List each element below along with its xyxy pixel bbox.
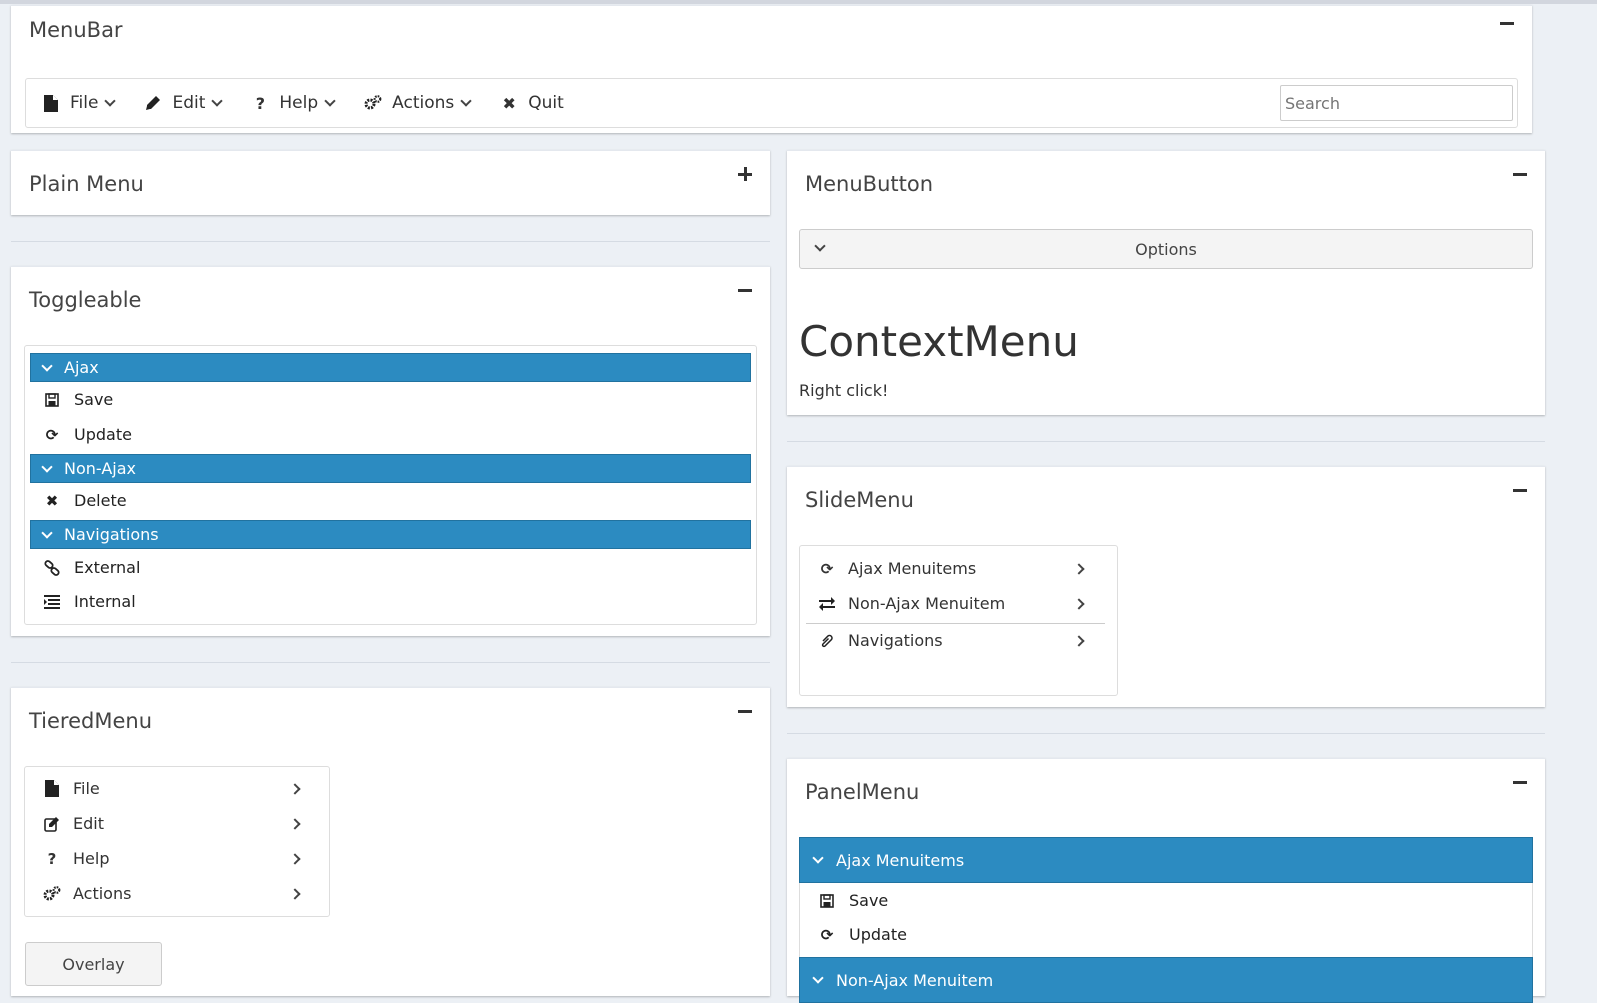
collapse-icon[interactable] xyxy=(736,281,754,299)
refresh-icon: ⟳ xyxy=(45,425,59,444)
save-icon xyxy=(43,392,61,407)
collapse-icon[interactable] xyxy=(1511,165,1529,183)
slide-item-ajax-menuitems[interactable]: ⟳ Ajax Menuitems xyxy=(818,559,1085,578)
tiered-menu-panel: TieredMenu File Edit ? Help Actions Over… xyxy=(11,687,770,996)
collapse-icon[interactable] xyxy=(1511,481,1529,499)
menu-item-delete[interactable]: ✖ Delete xyxy=(43,491,127,510)
chevron-right-icon xyxy=(289,852,301,865)
refresh-icon: ⟳ xyxy=(820,559,834,578)
chevron-down-icon xyxy=(812,852,824,864)
tiered-item-help[interactable]: ? Help xyxy=(43,849,301,868)
collapse-icon[interactable] xyxy=(1511,773,1529,791)
file-icon xyxy=(43,780,61,797)
pencil-icon xyxy=(144,95,162,111)
tiered-item-actions[interactable]: Actions xyxy=(43,884,301,903)
chevron-down-icon xyxy=(812,972,824,984)
plain-menu-panel: Plain Menu xyxy=(11,150,770,215)
chevron-down-icon xyxy=(211,95,224,107)
menubar-item-file[interactable]: File xyxy=(42,93,117,113)
panelmenu-header-ajax-menuitems[interactable]: Ajax Menuitems xyxy=(799,837,1533,883)
edit-icon xyxy=(43,816,61,832)
menubar-item-edit[interactable]: Edit xyxy=(144,93,224,113)
panel-title: TieredMenu xyxy=(29,709,153,733)
question-icon: ? xyxy=(47,849,57,868)
file-icon xyxy=(42,94,60,112)
chevron-down-icon xyxy=(41,526,53,539)
menu-item-update[interactable]: ⟳ Update xyxy=(818,925,907,944)
divider xyxy=(787,441,1545,442)
chevron-down-icon xyxy=(814,240,826,252)
toggleable-panel: Toggleable Ajax Save ⟳ Update Non-Ajax ✖… xyxy=(11,266,770,636)
menubutton-panel: MenuButton Options ContextMenu Right cli… xyxy=(787,150,1545,415)
slide-item-navigations[interactable]: Navigations xyxy=(818,631,1085,650)
overlay-button[interactable]: Overlay xyxy=(25,942,162,986)
chevron-down-icon xyxy=(460,95,472,107)
refresh-icon: ⟳ xyxy=(820,925,834,944)
chevron-down-icon xyxy=(104,95,117,107)
divider xyxy=(787,733,1545,734)
chevron-right-icon xyxy=(1073,634,1085,647)
menubar: File Edit ? Help Actions ✖ Quit xyxy=(25,78,1518,128)
toggleable-header-navigations[interactable]: Navigations xyxy=(30,520,751,549)
chevron-down-icon xyxy=(324,95,336,107)
panelmenu-content: Save ⟳ Update xyxy=(799,883,1533,957)
chevron-down-icon xyxy=(41,460,53,473)
collapse-icon[interactable] xyxy=(736,702,754,720)
slide-menu-panel: SlideMenu ⟳ Ajax Menuitems Non-Ajax Menu… xyxy=(787,466,1545,707)
panel-title: PanelMenu xyxy=(805,780,920,804)
chevron-right-icon xyxy=(1073,597,1085,610)
chevron-right-icon xyxy=(289,887,301,900)
menubar-panel: MenuBar File Edit ? Help Actions ✖ Quit … xyxy=(11,5,1532,133)
panelmenu-header-non-ajax-menuitem[interactable]: Non-Ajax Menuitem xyxy=(799,957,1533,1003)
exchange-icon xyxy=(818,596,836,611)
panel-title: MenuButton xyxy=(805,172,933,196)
link-icon xyxy=(43,559,61,576)
divider xyxy=(11,662,770,663)
collapse-icon[interactable] xyxy=(1498,14,1516,32)
tiered-item-file[interactable]: File xyxy=(43,779,301,798)
paperclip-icon xyxy=(818,633,836,649)
close-icon: ✖ xyxy=(45,491,59,510)
menu-item-external[interactable]: External xyxy=(43,558,140,577)
options-menu-button[interactable]: Options xyxy=(799,229,1533,269)
panel-title: Toggleable xyxy=(29,288,142,312)
toggleable-header-ajax[interactable]: Ajax xyxy=(30,353,751,382)
menu-item-save[interactable]: Save xyxy=(43,390,113,409)
search-input[interactable] xyxy=(1280,85,1513,121)
menu-item-save[interactable]: Save xyxy=(818,891,888,910)
panel-title: Plain Menu xyxy=(29,172,144,196)
chevron-right-icon xyxy=(289,817,301,830)
menubar-item-quit[interactable]: ✖ Quit xyxy=(500,93,564,113)
context-menu-title: ContextMenu xyxy=(799,317,1079,366)
menu-item-update[interactable]: ⟳ Update xyxy=(43,425,132,444)
question-icon: ? xyxy=(255,93,266,113)
menubar-item-actions[interactable]: Actions xyxy=(364,93,472,113)
slide-menu-separator xyxy=(806,623,1105,624)
toggleable-menu: Ajax Save ⟳ Update Non-Ajax ✖ Delete Nav… xyxy=(24,345,757,625)
panel-menu-panel: PanelMenu Ajax Menuitems Save ⟳ Update N… xyxy=(787,758,1545,1003)
toggleable-header-non-ajax[interactable]: Non-Ajax xyxy=(30,454,751,483)
context-menu-hint[interactable]: Right click! xyxy=(799,381,888,400)
slide-item-non-ajax-menuitem[interactable]: Non-Ajax Menuitem xyxy=(818,594,1085,613)
top-border xyxy=(0,0,1597,4)
chevron-down-icon xyxy=(41,359,53,372)
menubar-item-help[interactable]: ? Help xyxy=(251,93,336,113)
gears-icon xyxy=(43,885,61,902)
panel-title: SlideMenu xyxy=(805,488,914,512)
close-icon: ✖ xyxy=(502,93,516,113)
gears-icon xyxy=(364,95,382,111)
expand-icon[interactable] xyxy=(736,165,754,183)
menu-item-internal[interactable]: Internal xyxy=(43,592,136,611)
tiered-menu: File Edit ? Help Actions xyxy=(24,766,330,917)
save-icon xyxy=(818,893,836,908)
panel-title: MenuBar xyxy=(29,18,123,42)
chevron-right-icon xyxy=(1073,562,1085,575)
slide-menu: ⟳ Ajax Menuitems Non-Ajax Menuitem Navig… xyxy=(799,545,1118,696)
divider xyxy=(11,241,770,242)
list-icon xyxy=(43,594,61,609)
tiered-item-edit[interactable]: Edit xyxy=(43,814,301,833)
chevron-right-icon xyxy=(289,782,301,795)
